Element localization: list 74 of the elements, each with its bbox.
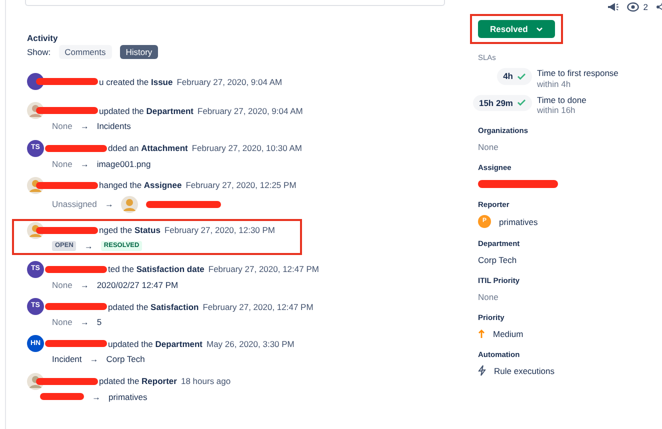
activity-text: pdated the Reporter xyxy=(99,376,177,386)
change-value: 5 xyxy=(96,317,102,328)
change-arrow: → xyxy=(80,280,89,290)
sla-name: Time to first response xyxy=(537,68,618,79)
change-value: Incident xyxy=(52,354,82,364)
field-value: None xyxy=(478,142,498,152)
change-arrow: → xyxy=(80,121,89,132)
sla-timer: 15h 29m xyxy=(472,94,532,111)
timestamp: February 27, 2020, 12:25 PM xyxy=(186,180,296,190)
sla-name: Time to done xyxy=(537,94,586,105)
activity-text: ted the Satisfaction date xyxy=(108,264,204,275)
check-icon xyxy=(517,72,526,80)
field-value: Medium xyxy=(493,328,524,339)
change-value: primatives xyxy=(108,392,148,402)
chevron-icon xyxy=(536,26,543,32)
activity-text: nged the Status xyxy=(99,225,160,236)
activity-text: dded an Attachment xyxy=(108,142,188,154)
redaction-mark xyxy=(36,107,98,114)
timestamp: February 27, 2020, 10:30 AM xyxy=(192,142,302,154)
check-icon xyxy=(517,99,526,106)
change-arrow: → xyxy=(92,392,100,402)
activity-text: updated the Department xyxy=(99,106,194,116)
activity-text: updated the Department xyxy=(108,338,202,349)
status-button[interactable]: Resolved xyxy=(478,20,555,38)
activity-text: hanged the Assignee xyxy=(99,180,182,190)
field-value: None xyxy=(478,292,498,302)
eye-icon[interactable] xyxy=(627,2,640,12)
timestamp: February 27, 2020, 12:30 PM xyxy=(164,225,276,236)
timestamp: 18 hours ago xyxy=(180,376,231,386)
field-value[interactable]: Rule executions xyxy=(494,366,554,376)
change-value: None xyxy=(52,158,72,169)
change-value: image001.png xyxy=(96,158,151,169)
change-value: None xyxy=(52,280,72,290)
lightning-icon xyxy=(478,365,486,376)
watcher-count: 2 xyxy=(643,2,648,12)
redaction-mark xyxy=(36,78,98,86)
sla-target: within 16h xyxy=(537,104,576,116)
redaction-mark xyxy=(36,378,98,384)
activity-text: u created the Issue xyxy=(99,76,173,87)
sla-target: within 4h xyxy=(537,78,572,89)
change-value: None xyxy=(52,121,72,132)
timestamp: February 27, 2020, 12:47 PM xyxy=(202,302,314,312)
redaction-mark xyxy=(36,226,98,234)
redaction-mark xyxy=(45,340,107,348)
sla-timer: 4h xyxy=(497,68,532,85)
change-value: Corp Tech xyxy=(106,354,145,364)
change-arrow: → xyxy=(90,354,98,364)
redaction-mark xyxy=(45,266,107,273)
section-title: Activity xyxy=(27,33,59,44)
redaction-mark xyxy=(36,182,98,189)
change-value: Unassigned xyxy=(52,199,97,210)
priority-arrow-icon xyxy=(478,329,485,338)
activity-text: pdated the Satisfaction xyxy=(108,302,199,312)
share-icon[interactable] xyxy=(656,2,662,12)
megaphone-icon[interactable] xyxy=(607,2,620,12)
change-value: None xyxy=(52,317,72,328)
change-arrow: → xyxy=(104,199,114,210)
change-value: Incidents xyxy=(96,121,131,132)
redaction-mark xyxy=(45,144,107,152)
change-arrow: → xyxy=(80,158,89,169)
timestamp: February 27, 2020, 9:04 AM xyxy=(198,106,303,116)
timestamp: May 26, 2020, 3:30 PM xyxy=(206,338,294,349)
show-label: Show: xyxy=(27,47,51,58)
filter-tab[interactable]: Comments xyxy=(58,45,112,60)
change-value: 2020/02/27 12:47 PM xyxy=(96,280,178,290)
change-arrow: → xyxy=(84,240,93,251)
change-arrow: → xyxy=(80,317,89,328)
field-value: Corp Tech xyxy=(478,254,517,265)
redaction-mark xyxy=(45,303,107,310)
timestamp: February 27, 2020, 9:04 AM xyxy=(176,76,282,87)
field-value: primatives xyxy=(499,216,538,227)
redaction-mark xyxy=(40,393,84,400)
timestamp: February 27, 2020, 12:47 PM xyxy=(208,264,319,275)
filter-tab[interactable]: History xyxy=(120,45,158,60)
